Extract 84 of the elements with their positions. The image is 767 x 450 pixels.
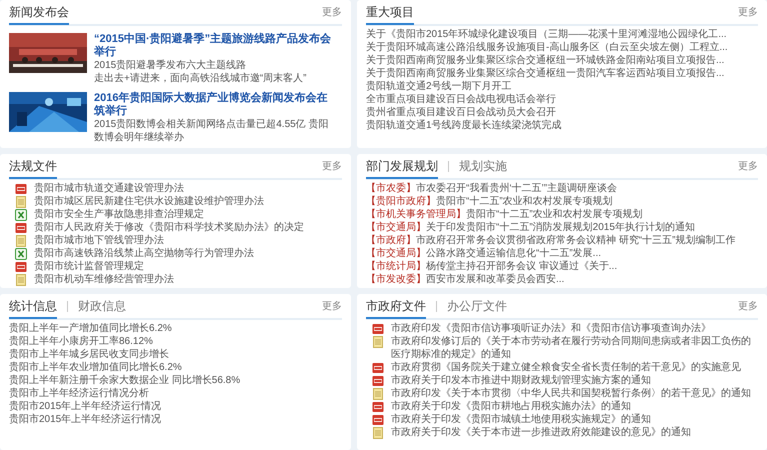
department-tag: 【市发改委】	[366, 273, 426, 286]
document-icon	[15, 234, 27, 246]
document-icon	[372, 426, 384, 438]
article-link[interactable]: 市农委召开“我看贵州‘十二五’”主题调研座谈会	[416, 182, 618, 195]
document-link[interactable]: 贵阳市高速铁路沿线禁止高空抛物等行为管理办法	[34, 247, 254, 260]
document-link[interactable]: 市政府关于印发《贵阳市耕地占用税实施办法》的通知	[391, 400, 631, 413]
news-headline[interactable]: “2015中国·贵阳避暑季”主题旅游线路产品发布会举行	[94, 33, 334, 59]
article-link[interactable]: 全市重点项目建设百日会战电视电话会举行	[366, 93, 758, 106]
article-link[interactable]: 贵阳市“十二五”农业和农村发展专项规划	[466, 208, 643, 221]
section-tab[interactable]: 新闻发布会	[9, 1, 69, 25]
pdf-file-icon	[15, 260, 27, 272]
spreadsheet-icon	[15, 248, 27, 260]
document-icon	[15, 274, 27, 286]
article-link[interactable]: 贵阳市2015年上半年经济运行情况	[9, 400, 342, 413]
article-link[interactable]: 贵阳市“十二五”农业和农村发展专项规划	[436, 195, 613, 208]
pdf-file-icon	[372, 414, 384, 426]
news-summary: 2015贵阳数博会相关新闻网络点击量已超4.55亿 贵阳数博会明年继续举办	[94, 118, 330, 144]
article-link[interactable]: 杨传堂主持召开部务会议 审议通过《关于...	[426, 260, 618, 273]
article-link[interactable]: 关于贵阳西南商贸服务业集聚区综合交通枢纽一贵阳汽车客运西站项目立项报告...	[366, 67, 758, 80]
article-link[interactable]: 贵阳上半年新注册千余家大数据企业 同比增长56.8%	[9, 374, 342, 387]
pdf-file-icon	[372, 400, 384, 412]
news-summary: 走出去+请进来，面向高铁沿线城市邀“周末客人”	[94, 72, 308, 85]
pdf-file-icon	[15, 222, 27, 234]
department-tag: 【贵阳市政府】	[366, 195, 436, 208]
document-link[interactable]: 市政府印发《贵阳市信访事项听证办法》和《贵阳市信访事项查询办法》	[391, 322, 711, 335]
spreadsheet-icon	[15, 208, 27, 220]
pdf-file-icon	[15, 182, 27, 194]
more-link[interactable]: 更多	[322, 4, 342, 20]
article-link[interactable]: 市政府召开常务会议贯彻省政府常务会议精神 研究“十三五”规划编制工作	[416, 234, 736, 247]
more-link[interactable]: 更多	[738, 158, 758, 174]
section-tab[interactable]: 财政信息	[78, 295, 126, 319]
document-link[interactable]: 市政府印发《关于本市贯彻〈中华人民共和国契税暂行条例〉的若干意见》的通知	[391, 387, 751, 400]
article-link[interactable]: 贵阳市上半年农业增加值同比增长6.2%	[9, 361, 342, 374]
article-link[interactable]: 关于《贵阳市2015年环城绿化建设项目（三期——花溪十里河滩湿地公园绿化工...	[366, 28, 758, 41]
document-link[interactable]: 贵阳市城市轨道交通建设管理办法	[34, 182, 184, 195]
document-link[interactable]: 贵阳市统计监督管理规定	[34, 260, 144, 273]
article-link[interactable]: 贵阳轨道交通1号线跨度最长连续梁浇筑完成	[366, 119, 758, 132]
pdf-file-icon	[372, 374, 384, 386]
article-link[interactable]: 公路水路交通运输信息化“十二五”发展...	[426, 247, 601, 260]
article-link[interactable]: 贵阳上半年一产增加值同比增长6.2%	[9, 322, 342, 335]
document-link[interactable]: 市政府关于印发《贵阳市城镇土地使用税实施规定》的通知	[391, 413, 651, 426]
article-link[interactable]: 贵阳市上半年经济运行情况分析	[9, 387, 342, 400]
section-tab[interactable]: 办公厅文件	[447, 295, 507, 319]
document-link[interactable]: 贵阳市安全生产事故隐患排查治理规定	[34, 208, 204, 221]
article-link[interactable]: 关于贵阳环城高速公路沿线服务设施项目-高山服务区（白云至尖坡左侧）工程立...	[366, 41, 758, 54]
department-tag: 【市农委】	[366, 182, 416, 195]
section-tab[interactable]: 市政府文件	[366, 295, 426, 319]
document-link[interactable]: 贵阳市城市地下管线管理办法	[34, 234, 164, 247]
article-link[interactable]: 贵阳上半年小康房开工率86.12%	[9, 335, 342, 348]
document-link[interactable]: 贵阳市机动车维修经营管理办法	[34, 273, 174, 286]
article-link[interactable]: 关于贵阳西南商贸服务业集聚区综合交通枢纽一环城铁路金阳南站项目立项报告...	[366, 54, 758, 67]
department-tag: 【市政府】	[366, 234, 416, 247]
section-tab[interactable]: 部门发展规划	[366, 155, 438, 179]
article-link[interactable]: 贵州省重点项目建设百日会战动员大会召开	[366, 106, 758, 119]
section-tab[interactable]: 法规文件	[9, 155, 57, 179]
pdf-file-icon	[372, 322, 384, 334]
department-tag: 【市统计局】	[366, 260, 426, 273]
department-tag: 【市交通局】	[366, 247, 426, 260]
article-link[interactable]: 西安市发展和改革委员会西安...	[426, 273, 564, 286]
department-tag: 【市机关事务管理局】	[366, 208, 466, 221]
document-icon	[372, 388, 384, 400]
document-link[interactable]: 市政府印发修订后的《关于本市劳动者在履行劳动合同期间患病或者非因工负伤的医疗期标准的规定》的通知	[391, 335, 758, 361]
news-headline[interactable]: 2016年贵阳国际大数据产业博览会新闻发布会在筑举行	[94, 92, 334, 118]
section-tab[interactable]: 重大项目	[366, 1, 414, 25]
article-link[interactable]: 贵阳市2015年上半年经济运行情况	[9, 413, 342, 426]
document-link[interactable]: 市政府关于印发《关于本市进一步推进政府效能建设的意见》的通知	[391, 426, 691, 439]
document-link[interactable]: 贵阳市城区居民新建住宅供水设施建设维护管理办法	[34, 195, 264, 208]
article-link[interactable]: 贵阳市上半年城乡居民收支同步增长	[9, 348, 342, 361]
document-link[interactable]: 贵阳市人民政府关于修改《贵阳市科学技术奖励办法》的决定	[34, 221, 304, 234]
document-link[interactable]: 市政府关于印发本市推进中期财政规划管理实施方案的通知	[391, 374, 651, 387]
document-link[interactable]: 市政府贯彻《国务院关于建立健全粮食安全省长责任制的若干意见》的实施意见	[391, 361, 741, 374]
section-tab[interactable]: 规划实施	[459, 155, 507, 179]
pdf-file-icon	[372, 362, 384, 374]
department-tag: 【市交通局】	[366, 221, 426, 234]
article-link[interactable]: 关于印发贵阳市“十二五”消防发展规划2015年执行计划的通知	[426, 221, 695, 234]
more-link[interactable]: 更多	[738, 298, 758, 314]
news-summary: 2015贵阳避暑季发布六大主题线路	[94, 59, 248, 72]
more-link[interactable]: 更多	[738, 4, 758, 20]
more-link[interactable]: 更多	[322, 158, 342, 174]
document-icon	[372, 336, 384, 348]
article-link[interactable]: 贵阳轨道交通2号线一期下月开工	[366, 80, 758, 93]
section-tab[interactable]: 统计信息	[9, 295, 57, 319]
document-icon	[15, 196, 27, 208]
more-link[interactable]: 更多	[322, 298, 342, 314]
